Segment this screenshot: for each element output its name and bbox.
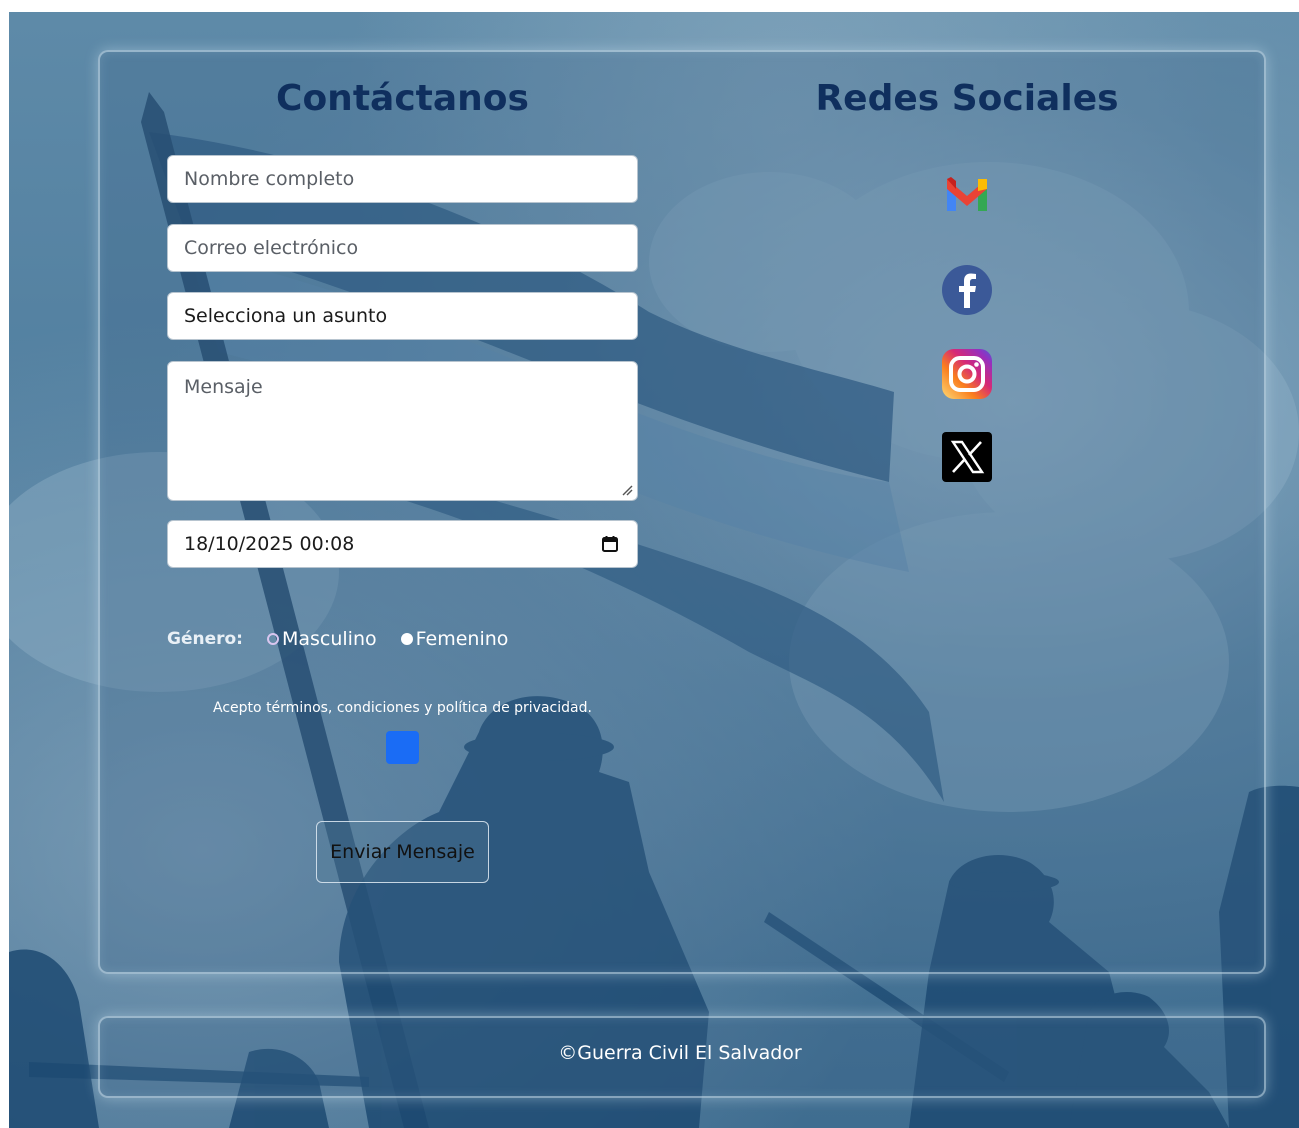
gmail-icon[interactable] bbox=[941, 169, 993, 221]
terms-label: Acepto términos, condiciones y política … bbox=[213, 700, 592, 716]
resize-grip-icon[interactable] bbox=[621, 484, 633, 496]
calendar-icon[interactable] bbox=[601, 535, 619, 553]
name-input-placeholder: Nombre completo bbox=[184, 168, 355, 190]
submit-button[interactable]: Enviar Mensaje bbox=[316, 821, 489, 883]
message-textarea[interactable]: Mensaje bbox=[167, 361, 638, 501]
radio-femenino-label: Femenino bbox=[415, 628, 509, 650]
radio-femenino[interactable] bbox=[400, 633, 413, 645]
gender-option-masculino[interactable]: Masculino bbox=[266, 628, 377, 650]
gender-group: Género: Masculino Femenino bbox=[167, 624, 532, 654]
email-input[interactable]: Correo electrónico bbox=[167, 224, 638, 272]
contact-title: Contáctanos bbox=[276, 78, 529, 119]
subject-select[interactable]: Selecciona un asunto bbox=[167, 292, 638, 340]
message-placeholder: Mensaje bbox=[184, 376, 263, 398]
datetime-input[interactable]: 18/10/2025 00:08 bbox=[167, 520, 638, 568]
footer-copyright: ©Guerra Civil El Salvador bbox=[558, 1042, 802, 1064]
gender-label: Género: bbox=[167, 629, 243, 649]
email-input-placeholder: Correo electrónico bbox=[184, 237, 359, 259]
radio-masculino-label: Masculino bbox=[281, 628, 377, 650]
radio-masculino[interactable] bbox=[266, 633, 279, 645]
instagram-icon[interactable] bbox=[941, 348, 993, 400]
social-title: Redes Sociales bbox=[815, 78, 1119, 119]
name-input[interactable]: Nombre completo bbox=[167, 155, 638, 203]
subject-selected-value: Selecciona un asunto bbox=[184, 305, 388, 327]
submit-button-label: Enviar Mensaje bbox=[330, 841, 475, 863]
gender-option-femenino[interactable]: Femenino bbox=[400, 628, 509, 650]
x-icon[interactable] bbox=[941, 431, 993, 483]
facebook-icon[interactable] bbox=[941, 264, 993, 316]
terms-checkbox[interactable] bbox=[386, 731, 419, 764]
datetime-value: 18/10/2025 00:08 bbox=[184, 533, 355, 555]
page-background: Contáctanos Redes Sociales Nombre comple… bbox=[9, 12, 1299, 1128]
